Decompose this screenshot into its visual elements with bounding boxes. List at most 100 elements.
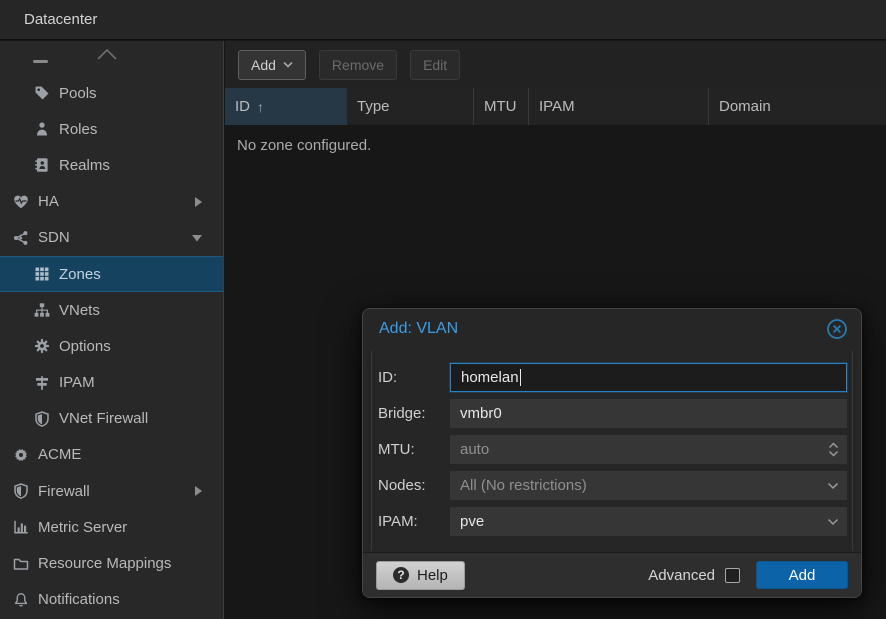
bar-chart-icon <box>12 519 30 535</box>
nodes-select[interactable]: All (No restrictions) <box>450 471 847 500</box>
advanced-checkbox[interactable] <box>725 568 740 583</box>
sidebar-item-label: SDN <box>38 229 70 246</box>
mtu-field-label: MTU: <box>378 441 450 458</box>
empty-grid-message: No zone configured. <box>237 137 371 154</box>
sidebar-item-ha[interactable]: HA <box>0 184 223 220</box>
sitemap-icon <box>33 302 51 318</box>
sidebar-item-partial[interactable] <box>0 41 223 75</box>
cutoff-icon-fragment <box>33 60 48 63</box>
sidebar-item-zones[interactable]: Zones <box>0 256 223 292</box>
column-label: MTU <box>484 98 517 115</box>
sidebar-item-label: HA <box>38 193 59 210</box>
top-header-bar: Datacenter <box>0 0 886 40</box>
bridge-field-label: Bridge: <box>378 405 450 422</box>
proxmox-app: Datacenter Pools Roles Realms <box>0 0 886 619</box>
bridge-input[interactable]: vmbr0 <box>450 399 847 428</box>
column-header-type[interactable]: Type <box>347 88 474 125</box>
grid-icon <box>33 266 51 282</box>
sidebar-item-ipam[interactable]: IPAM <box>0 365 223 401</box>
sidebar-item-label: IPAM <box>59 374 95 391</box>
remove-button[interactable]: Remove <box>319 50 397 80</box>
column-header-mtu[interactable]: MTU <box>474 88 529 125</box>
sidebar-item-label: Options <box>59 338 111 355</box>
advanced-label: Advanced <box>648 567 715 584</box>
sidebar-item-firewall[interactable]: Firewall <box>0 473 223 509</box>
sidebar-item-notifications[interactable]: Notifications <box>0 582 223 618</box>
sidebar-item-acme[interactable]: ACME <box>0 437 223 473</box>
chevron-down-icon <box>283 61 293 68</box>
chevron-up-icon <box>96 47 118 62</box>
sidebar-item-roles[interactable]: Roles <box>0 111 223 147</box>
edit-button[interactable]: Edit <box>410 50 460 80</box>
zones-grid-header: ID ↑ Type MTU IPAM Domain <box>225 88 886 125</box>
help-button[interactable]: ? Help <box>376 561 465 590</box>
sidebar-item-label: Resource Mappings <box>38 555 171 572</box>
sidebar-item-vnets[interactable]: VNets <box>0 292 223 328</box>
folder-icon <box>12 556 30 572</box>
add-button-label: Add <box>251 57 276 73</box>
dialog-add-button[interactable]: Add <box>756 561 848 589</box>
resource-tree-sidebar: Pools Roles Realms HA SDN Z <box>0 41 224 619</box>
column-label: IPAM <box>539 98 575 115</box>
heartbeat-icon <box>12 194 30 210</box>
sidebar-item-options[interactable]: Options <box>0 328 223 364</box>
sidebar-item-label: Roles <box>59 121 97 138</box>
nodes-field-label: Nodes: <box>378 477 450 494</box>
mtu-spinner-input[interactable]: auto <box>450 435 847 464</box>
sidebar-item-pools[interactable]: Pools <box>0 75 223 111</box>
sidebar-item-label: ACME <box>38 446 81 463</box>
sidebar-item-label: Realms <box>59 157 110 174</box>
sidebar-item-label: Metric Server <box>38 519 127 536</box>
chevron-down-icon[interactable] <box>191 233 203 243</box>
certificate-seal-icon <box>12 447 30 463</box>
sdn-network-icon <box>12 230 30 246</box>
sidebar-item-vnet-firewall[interactable]: VNet Firewall <box>0 401 223 437</box>
id-input[interactable]: homelan <box>450 363 847 392</box>
chevron-right-icon[interactable] <box>193 485 203 497</box>
column-label: Type <box>357 98 390 115</box>
id-field-label: ID: <box>378 369 450 386</box>
spinner-up-down-icons[interactable] <box>828 435 839 464</box>
add-vlan-dialog: Add: VLAN ID: homelan Bridge: vmbr0 MTU: <box>362 308 862 598</box>
close-icon[interactable] <box>826 318 848 340</box>
sidebar-item-label: VNet Firewall <box>59 410 148 427</box>
sidebar-item-sdn[interactable]: SDN <box>0 220 223 256</box>
sidebar-item-label: Notifications <box>38 591 120 608</box>
column-header-id[interactable]: ID ↑ <box>225 88 347 125</box>
column-label: ID <box>235 98 250 115</box>
dialog-footer: ? Help Advanced Add <box>363 552 861 597</box>
chevron-down-icon[interactable] <box>827 471 839 500</box>
ipam-select[interactable]: pve <box>450 507 847 536</box>
column-header-ipam[interactable]: IPAM <box>529 88 709 125</box>
sidebar-item-metric-server[interactable]: Metric Server <box>0 509 223 545</box>
user-icon <box>33 121 51 137</box>
chevron-right-icon[interactable] <box>193 196 203 208</box>
sidebar-item-label: Pools <box>59 85 97 102</box>
help-button-label: Help <box>417 567 448 584</box>
sidebar-item-label: Zones <box>59 266 101 283</box>
add-menu-button[interactable]: Add <box>238 50 306 80</box>
column-label: Domain <box>719 98 771 115</box>
text-caret <box>520 369 521 386</box>
column-header-domain[interactable]: Domain <box>709 88 886 125</box>
dialog-body: ID: homelan Bridge: vmbr0 MTU: auto <box>371 351 853 551</box>
address-book-icon <box>33 157 51 173</box>
bell-icon <box>12 592 30 608</box>
sidebar-item-label: Firewall <box>38 483 90 500</box>
tag-icon <box>33 85 51 101</box>
remove-button-label: Remove <box>332 57 384 73</box>
signpost-icon <box>33 375 51 391</box>
sort-ascending-icon: ↑ <box>257 99 264 115</box>
ipam-field-label: IPAM: <box>378 513 450 530</box>
mtu-input-placeholder: auto <box>460 441 489 458</box>
zones-toolbar: Add Remove Edit <box>225 41 886 88</box>
dialog-header[interactable]: Add: VLAN <box>363 309 861 349</box>
sidebar-item-realms[interactable]: Realms <box>0 147 223 183</box>
sidebar-item-resource-mappings[interactable]: Resource Mappings <box>0 545 223 581</box>
ipam-select-value: pve <box>460 513 484 530</box>
gear-icon <box>33 338 51 354</box>
page-title: Datacenter <box>24 11 97 28</box>
bridge-input-value: vmbr0 <box>460 405 502 422</box>
chevron-down-icon[interactable] <box>827 507 839 536</box>
nodes-select-placeholder: All (No restrictions) <box>460 477 587 494</box>
